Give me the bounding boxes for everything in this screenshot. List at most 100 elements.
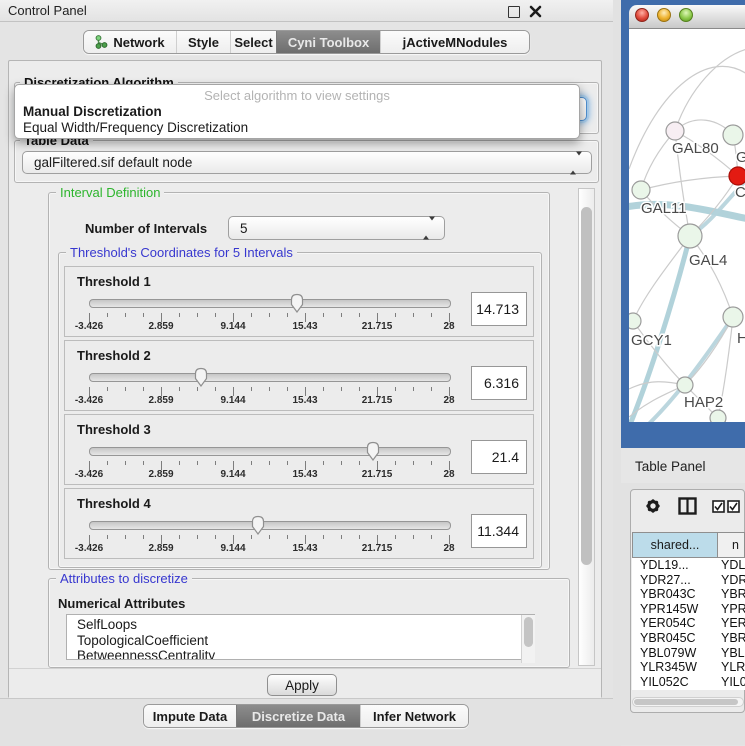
cell-name: YER0 [718, 616, 745, 631]
slider-tick [395, 313, 396, 317]
slider-tick [143, 313, 144, 317]
network-node[interactable] [710, 410, 726, 422]
slider-tick [125, 535, 126, 539]
checked-box-icon[interactable] [727, 500, 740, 513]
table-panel-titlebar: Table Panel [621, 448, 745, 483]
list-item[interactable]: BetweennessCentrality [67, 648, 534, 660]
tab-jactivemnodules[interactable]: jActiveMNodules [380, 31, 529, 53]
table-row[interactable]: YBR045CYBR0 [632, 631, 745, 646]
threshold-slider-thumb[interactable] [289, 293, 305, 313]
table-row[interactable]: YDR27...YDR2 [632, 573, 745, 588]
tab-style[interactable]: Style [176, 31, 230, 53]
threshold-slider-thumb[interactable] [365, 441, 381, 461]
cell-name: YBL0 [718, 646, 745, 661]
network-node[interactable] [723, 125, 743, 145]
slider-tick [323, 313, 324, 317]
panel-vertical-scrollbar[interactable] [578, 188, 595, 666]
dropdown-item-manual-discretization[interactable]: Manual Discretization [23, 104, 162, 119]
slider-tick [431, 313, 432, 317]
table-row[interactable]: YDL19...YDL1 [632, 558, 745, 573]
tab-infer-network[interactable]: Infer Network [360, 705, 468, 727]
dropdown-item-equal-width-frequency[interactable]: Equal Width/Frequency Discretization [23, 120, 248, 135]
threshold-slider-track[interactable] [89, 373, 451, 382]
network-node[interactable] [629, 313, 641, 329]
slider-tick [395, 535, 396, 539]
network-node[interactable] [723, 307, 743, 327]
cell-name: YPR1 [718, 602, 745, 617]
close-icon[interactable] [529, 5, 542, 18]
list-item[interactable]: SelfLoops [67, 617, 534, 633]
list-scrollbar[interactable] [521, 615, 535, 663]
tab-discretize-data[interactable]: Discretize Data [236, 705, 360, 727]
table-row[interactable]: YPR145WYPR1 [632, 602, 745, 617]
threshold-slider-track[interactable] [89, 299, 451, 308]
network-node[interactable] [678, 224, 702, 248]
slider-tick-label: 28 [443, 321, 454, 332]
scrollbar-thumb[interactable] [634, 699, 738, 705]
slider-tick [395, 387, 396, 391]
network-view-canvas[interactable]: GAL80GACGAL11GAL4GCY1HHAP2 [629, 29, 745, 422]
close-traffic-light-icon[interactable] [635, 8, 649, 22]
threshold-value-field[interactable]: 21.4 [471, 440, 527, 474]
scrollbar-thumb[interactable] [524, 617, 533, 647]
tab-cyni-toolbox[interactable]: Cyni Toolbox [276, 31, 380, 53]
tab-select[interactable]: Select [230, 31, 276, 53]
slider-tick-label: 2.859 [148, 395, 173, 406]
table-horizontal-scrollbar[interactable] [632, 697, 744, 707]
table-row[interactable]: YIL052CYIL0 [632, 675, 745, 690]
threshold-slider-thumb[interactable] [193, 367, 209, 387]
control-panel-title: Control Panel [8, 3, 87, 18]
tab-network-label: Network [113, 35, 164, 50]
list-item[interactable]: TopologicalCoefficient [67, 633, 534, 649]
tab-select-label: Select [234, 35, 272, 50]
column-header-shared-name[interactable]: shared... [632, 532, 718, 558]
apply-button[interactable]: Apply [267, 674, 337, 696]
minimize-traffic-light-icon[interactable] [657, 8, 671, 22]
slider-tick-label: 15.43 [292, 469, 317, 480]
spinner-stepper-icon [423, 221, 435, 236]
tab-network[interactable]: Network [84, 31, 176, 53]
slider-tick-label: -3.426 [75, 395, 103, 406]
slider-tick [143, 535, 144, 539]
split-pane-icon[interactable] [678, 497, 697, 515]
zoom-traffic-light-icon[interactable] [679, 8, 693, 22]
number-of-intervals-spinner[interactable]: 5 [228, 216, 445, 240]
cell-shared-name: YBL079W [632, 646, 718, 661]
table-row[interactable]: YLR345WYLR3 [632, 660, 745, 675]
threshold-value-field[interactable]: 14.713 [471, 292, 527, 326]
slider-tick-label: 2.859 [148, 469, 173, 480]
threshold-value-field[interactable]: 6.316 [471, 366, 527, 400]
network-node[interactable] [666, 122, 684, 140]
threshold-label: Threshold 3 [77, 422, 151, 437]
threshold-slider-thumb[interactable] [250, 515, 266, 535]
slider-tick [323, 535, 324, 539]
table-row[interactable]: YBR043CYBR0 [632, 587, 745, 602]
tab-impute-data[interactable]: Impute Data [144, 705, 236, 727]
network-node-label: GA [736, 149, 745, 166]
threshold-slider-track[interactable] [89, 447, 451, 456]
network-node[interactable] [729, 167, 745, 185]
threshold-slider-track[interactable] [89, 521, 451, 530]
slider-tick [323, 461, 324, 465]
threshold-value-field[interactable]: 11.344 [471, 514, 527, 548]
interval-definition-group-title: Interval Definition [56, 185, 164, 200]
network-node[interactable] [677, 377, 693, 393]
slider-tick [323, 387, 324, 391]
numerical-attributes-list: SelfLoops TopologicalCoefficient Between… [66, 614, 535, 660]
slider-tick [107, 313, 108, 317]
cyni-mode-tab-bar: Impute Data Discretize Data Infer Networ… [143, 704, 469, 728]
checked-box-icon[interactable] [712, 500, 725, 513]
table-row[interactable]: YBL079WYBL0 [632, 646, 745, 661]
table-data-combobox[interactable]: galFiltered.sif default node [22, 151, 592, 174]
slider-tick [413, 535, 414, 539]
network-window-titlebar[interactable] [629, 5, 745, 29]
table-row[interactable]: YER054CYER0 [632, 616, 745, 631]
scrollbar-thumb[interactable] [581, 207, 592, 565]
slider-tick [359, 461, 360, 465]
slider-tick [215, 535, 216, 539]
column-header-name[interactable]: n [718, 532, 745, 558]
float-window-icon[interactable] [508, 6, 520, 18]
slider-tick [341, 313, 342, 317]
gear-icon[interactable] [644, 497, 662, 515]
network-node[interactable] [632, 181, 650, 199]
